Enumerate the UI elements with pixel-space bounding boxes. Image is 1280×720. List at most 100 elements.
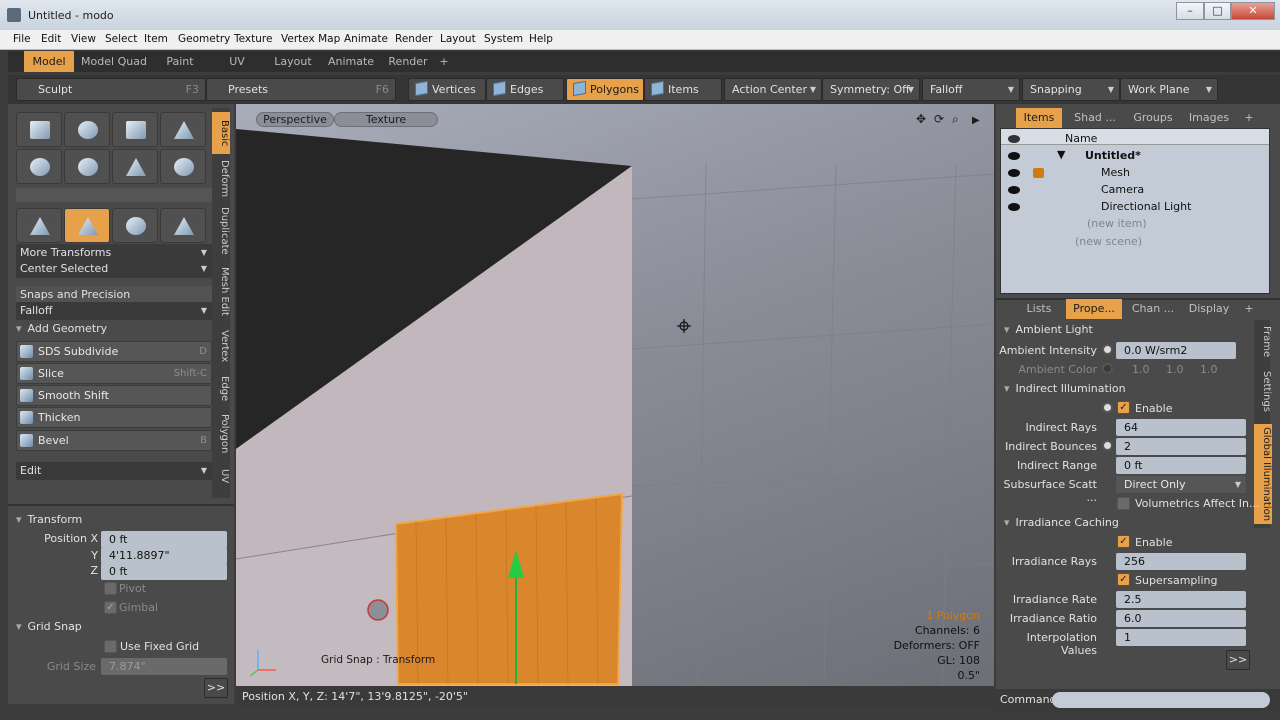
eye-icon[interactable] [1008, 186, 1020, 194]
tab-paint[interactable]: Paint [154, 51, 206, 72]
vtab-deform[interactable]: Deform [212, 158, 230, 200]
name-column-header[interactable]: Name [1065, 132, 1097, 145]
add-geometry-header[interactable]: Add Geometry [16, 322, 108, 335]
work-plane-dropdown[interactable]: Work Plane [1120, 78, 1218, 101]
lock-icon[interactable] [1033, 168, 1044, 178]
transform-handle-center[interactable] [367, 599, 389, 621]
tab-render[interactable]: Render [382, 51, 434, 72]
menu-texture[interactable]: Texture [234, 33, 272, 45]
right-more-button[interactable]: >> [1226, 650, 1250, 670]
menu-system[interactable]: System [484, 33, 523, 45]
vtab-basic[interactable]: Basic [212, 112, 230, 154]
vtab-vertex[interactable]: Vertex [212, 324, 230, 368]
use-fixed-grid-checkbox[interactable] [104, 640, 117, 653]
grid-size-field[interactable]: 7.874" [101, 658, 227, 675]
menu-file[interactable]: File [13, 33, 31, 45]
bevel-button[interactable]: Bevel B [16, 430, 212, 451]
interpolation-values-field[interactable]: 1 [1116, 629, 1246, 646]
viewport-nav-icons[interactable]: ✥ ⟳ ⌕ ▶ [916, 112, 980, 126]
move-tool-button[interactable] [16, 208, 62, 243]
tab-groups[interactable]: Groups [1126, 108, 1180, 128]
perspective-view-dropdown[interactable]: Perspective [256, 112, 334, 127]
indirect-enable-checkbox[interactable]: ✓ [1117, 401, 1130, 414]
gimbal-checkbox[interactable]: ✓ [104, 601, 117, 614]
tab-lists[interactable]: Lists [1016, 299, 1062, 319]
3d-viewport[interactable]: ✥ ⟳ ⌕ ▶ Perspective Texture Grid Snap : … [236, 104, 994, 686]
eye-icon[interactable] [1008, 169, 1020, 177]
symmetry-dropdown[interactable]: Symmetry: Off [822, 78, 920, 101]
menu-help[interactable]: Help [529, 33, 553, 45]
menu-item[interactable]: Item [144, 33, 168, 45]
cone-tool-button[interactable] [160, 112, 206, 147]
indirect-enable-envelope[interactable] [1102, 402, 1113, 413]
items-mode-button[interactable]: Items [644, 78, 722, 101]
transform-tool-button[interactable] [64, 208, 110, 243]
position-x-field[interactable]: 0 ft [101, 531, 227, 548]
menu-animate[interactable]: Animate [344, 33, 388, 45]
irradiance-rate-field[interactable]: 2.5 [1116, 591, 1246, 608]
presets-button[interactable]: Presets F6 [206, 78, 396, 101]
add-properties-tab[interactable]: + [1240, 299, 1258, 319]
menu-vertex-map[interactable]: Vertex Map [281, 33, 340, 45]
thicken-button[interactable]: Thicken [16, 407, 212, 428]
maximize-button[interactable]: □ [1204, 2, 1231, 20]
falloff-dropdown[interactable]: Falloff [922, 78, 1020, 101]
tab-display[interactable]: Display [1182, 299, 1236, 319]
vtab-settings[interactable]: Settings [1254, 368, 1272, 416]
vtab-mesh-edit[interactable]: Mesh Edit [212, 262, 230, 320]
ambient-color-b[interactable]: 1.0 [1200, 363, 1218, 376]
add-panel-tab[interactable]: + [1240, 108, 1258, 128]
camera-item[interactable]: Camera [1101, 183, 1144, 196]
ambient-light-header[interactable]: Ambient Light [1004, 323, 1093, 336]
tab-shader-tree[interactable]: Shad ... [1066, 108, 1124, 128]
pan-icon[interactable]: ✥ [916, 112, 926, 126]
falloff-tool-dropdown[interactable]: Falloff [16, 302, 212, 320]
cylinder-tool-button[interactable] [112, 112, 158, 147]
ambient-intensity-envelope[interactable] [1102, 344, 1113, 355]
scene-root-item[interactable]: Untitled* [1085, 149, 1141, 162]
pivot-checkbox[interactable] [104, 582, 117, 595]
irradiance-rays-field[interactable]: 256 [1116, 553, 1246, 570]
command-input[interactable] [1052, 692, 1270, 708]
rotate-tool-button[interactable] [112, 208, 158, 243]
new-scene-dropdown[interactable]: (new scene) [1075, 235, 1142, 248]
vtab-polygon[interactable]: Polygon [212, 410, 230, 458]
cube-tool-button[interactable] [16, 112, 62, 147]
position-y-field[interactable]: 4'11.8897" [101, 547, 227, 564]
indirect-rays-field[interactable]: 64 [1116, 419, 1246, 436]
minimize-button[interactable]: – [1176, 2, 1204, 20]
tab-channels[interactable]: Chan ... [1126, 299, 1180, 319]
directional-light-item[interactable]: Directional Light [1101, 200, 1191, 213]
transform-header[interactable]: Transform [16, 513, 83, 526]
vtab-edge[interactable]: Edge [212, 372, 230, 406]
irradiance-ratio-field[interactable]: 6.0 [1116, 610, 1246, 627]
sphere-tool-button[interactable] [64, 112, 110, 147]
left-more-button[interactable]: >> [204, 678, 228, 698]
tab-items[interactable]: Items [1016, 108, 1062, 128]
tab-model[interactable]: Model [24, 51, 74, 72]
ambient-color-r[interactable]: 1.0 [1132, 363, 1150, 376]
subsurface-scattering-dropdown[interactable]: Direct Only [1116, 476, 1246, 493]
ambient-color-envelope[interactable] [1102, 363, 1113, 374]
scale-tool-button[interactable] [160, 208, 206, 243]
sds-subdivide-button[interactable]: SDS Subdivide D [16, 341, 212, 362]
center-selected-dropdown[interactable]: Center Selected [16, 260, 212, 278]
vtab-frame[interactable]: Frame [1254, 322, 1272, 362]
position-z-field[interactable]: 0 ft [101, 563, 227, 580]
indirect-illumination-header[interactable]: Indirect Illumination [1004, 382, 1126, 395]
indirect-bounces-envelope[interactable] [1102, 440, 1113, 451]
menu-view[interactable]: View [71, 33, 96, 45]
tube-tool-button[interactable] [64, 149, 110, 184]
menu-select[interactable]: Select [105, 33, 137, 45]
vertices-mode-button[interactable]: Vertices [408, 78, 486, 101]
tab-model-quad[interactable]: Model Quad [78, 51, 150, 72]
add-tab-button[interactable]: + [436, 51, 452, 72]
indirect-range-field[interactable]: 0 ft [1116, 457, 1246, 474]
close-button[interactable]: ✕ [1231, 2, 1275, 20]
smooth-shift-button[interactable]: Smooth Shift [16, 385, 212, 406]
irradiance-caching-header[interactable]: Irradiance Caching [1004, 516, 1119, 529]
polygons-mode-button[interactable]: Polygons [566, 78, 644, 101]
viewport-menu-icon[interactable]: ▶ [972, 115, 980, 126]
grid-snap-header[interactable]: Grid Snap [16, 620, 82, 633]
menu-edit[interactable]: Edit [41, 33, 61, 45]
